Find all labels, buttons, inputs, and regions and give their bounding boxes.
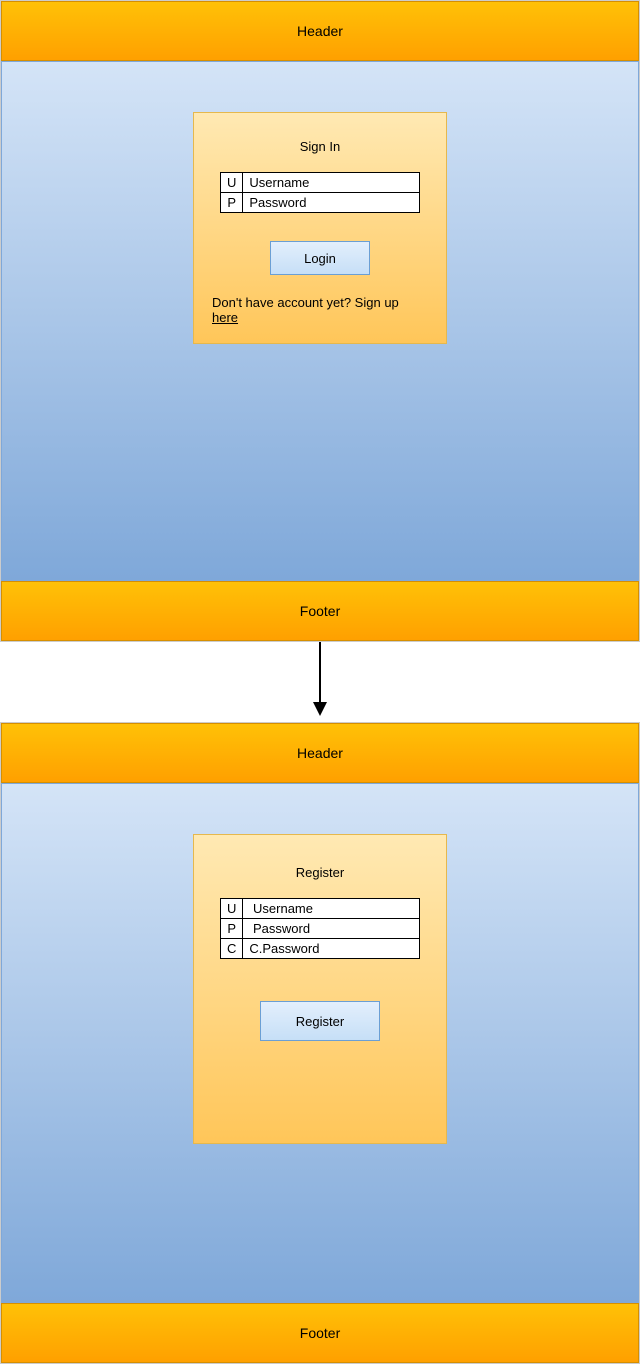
flow-arrow <box>0 642 640 722</box>
username-icon: U <box>221 173 243 193</box>
register-button[interactable]: Register <box>260 1001 380 1041</box>
footer-bar: Footer <box>1 581 639 641</box>
signup-link[interactable]: here <box>212 310 238 325</box>
confirm-password-input[interactable]: C.Password <box>243 939 420 959</box>
password-icon: P <box>221 193 243 213</box>
register-panel: Register U Username P Password C C.Passw… <box>193 834 447 1144</box>
header-label: Header <box>297 745 343 761</box>
register-fields: U Username P Password C C.Password <box>220 898 420 959</box>
signin-title: Sign In <box>300 139 340 154</box>
login-button[interactable]: Login <box>270 241 370 275</box>
signin-panel: Sign In U Username P Password Login Don'… <box>193 112 447 344</box>
username-icon: U <box>221 899 243 919</box>
password-input[interactable]: Password <box>243 919 420 939</box>
header-bar: Header <box>1 723 639 783</box>
footer-label: Footer <box>300 1325 340 1341</box>
screen-signin: Header Sign In U Username P Password Log… <box>0 0 640 642</box>
register-title: Register <box>296 865 344 880</box>
signin-fields: U Username P Password <box>220 172 420 213</box>
screen-register: Header Register U Username P Password C … <box>0 722 640 1364</box>
signup-text: Don't have account yet? Sign up <box>212 295 399 310</box>
header-bar: Header <box>1 1 639 61</box>
arrow-line <box>319 642 321 704</box>
header-label: Header <box>297 23 343 39</box>
signin-body: Sign In U Username P Password Login Don'… <box>1 61 639 581</box>
password-row: P Password <box>221 193 420 213</box>
footer-bar: Footer <box>1 1303 639 1363</box>
password-row: P Password <box>221 919 420 939</box>
arrow-head-icon <box>313 702 327 716</box>
signup-prompt: Don't have account yet? Sign up here <box>212 295 428 325</box>
footer-label: Footer <box>300 603 340 619</box>
password-input[interactable]: Password <box>243 193 420 213</box>
username-input[interactable]: Username <box>243 899 420 919</box>
password-icon: P <box>221 919 243 939</box>
register-body: Register U Username P Password C C.Passw… <box>1 783 639 1303</box>
confirm-icon: C <box>221 939 243 959</box>
username-row: U Username <box>221 173 420 193</box>
confirm-password-row: C C.Password <box>221 939 420 959</box>
username-input[interactable]: Username <box>243 173 420 193</box>
username-row: U Username <box>221 899 420 919</box>
